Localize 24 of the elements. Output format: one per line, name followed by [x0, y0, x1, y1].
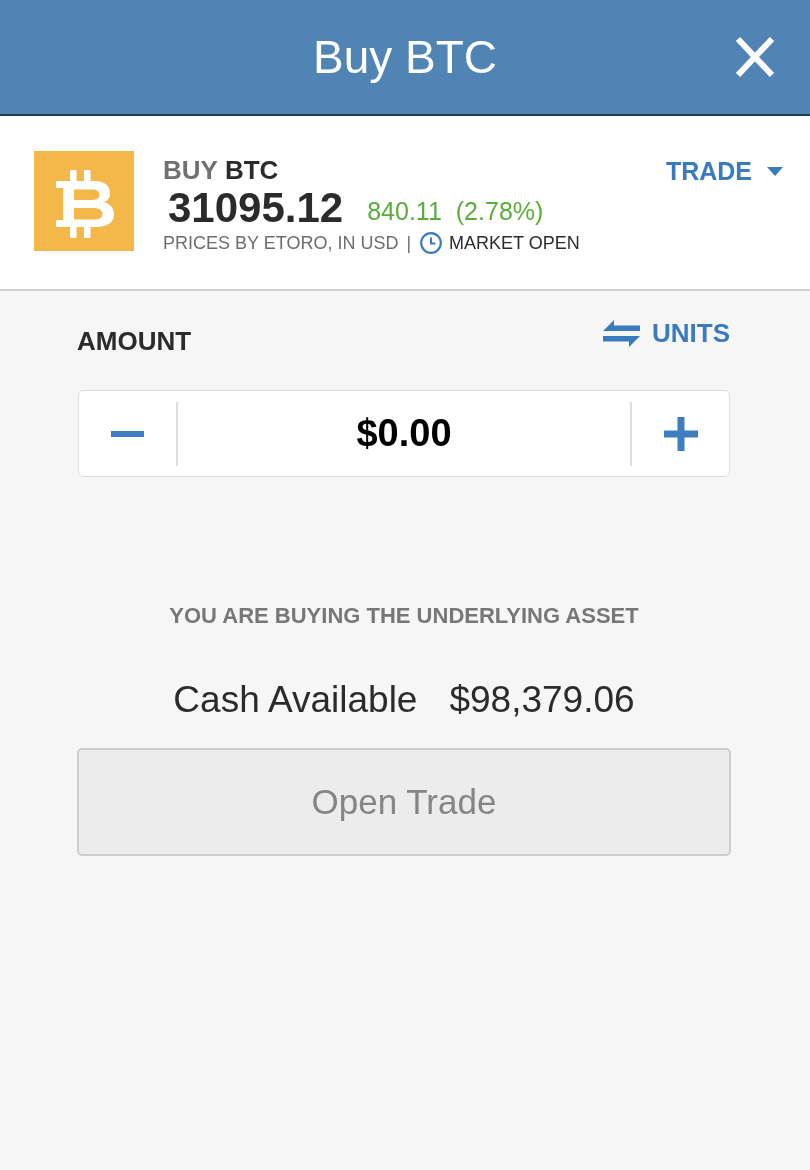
clock-icon	[420, 232, 443, 254]
amount-input[interactable]: $0.00	[178, 391, 630, 476]
minus-icon	[111, 430, 144, 437]
close-button[interactable]	[735, 36, 775, 78]
amount-stepper[interactable]: $0.00	[78, 390, 730, 477]
swap-arrows-icon	[603, 319, 640, 347]
price-source: PRICES BY ETORO, IN USD	[163, 232, 399, 254]
units-toggle[interactable]: UNITS	[603, 317, 730, 349]
bitcoin-logo-icon	[34, 151, 134, 251]
close-icon	[735, 36, 775, 78]
window-title: Buy BTC	[312, 30, 497, 84]
symbol-label: BTC	[224, 154, 279, 186]
separator: |	[406, 232, 412, 254]
amount-label: AMOUNT	[77, 325, 192, 357]
plus-icon	[663, 416, 698, 451]
price-value: 31095.12	[168, 184, 344, 232]
action-label: BUY	[163, 154, 218, 186]
notice-text: YOU ARE BUYING THE UNDERLYING ASSET	[168, 602, 640, 630]
cash-value: $98,379.06	[449, 678, 635, 722]
cash-label: Cash Available	[173, 678, 418, 722]
market-status: MARKET OPEN	[449, 232, 580, 254]
price-change: 840.11	[367, 196, 442, 226]
trade-dropdown[interactable]: TRADE	[665, 156, 783, 186]
price-change-percent: (2.78%)	[455, 196, 544, 226]
